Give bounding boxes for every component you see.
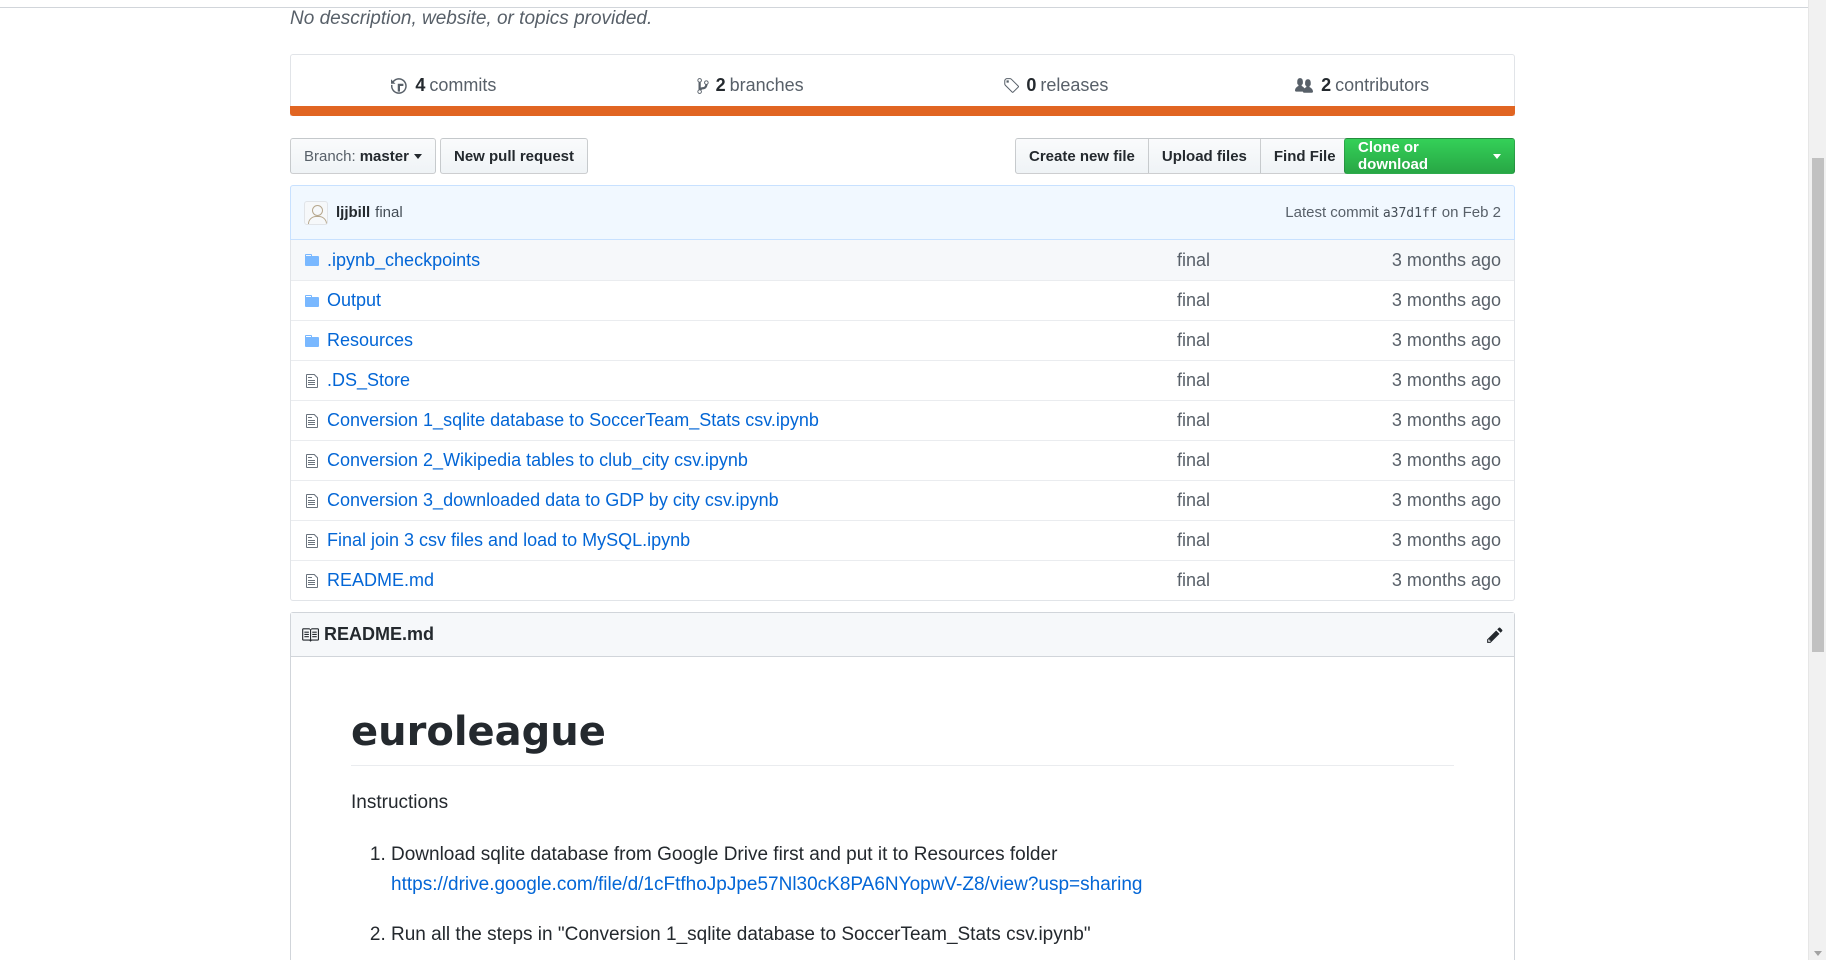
people-icon: [1295, 77, 1314, 93]
commit-message[interactable]: final: [375, 204, 403, 221]
readme-step-text: Run all the steps in "Conversion 1_sqlit…: [391, 924, 1091, 945]
branch-name: master: [359, 147, 409, 165]
clone-or-download-button[interactable]: Clone or download: [1344, 138, 1515, 174]
file-name-link[interactable]: Conversion 1_sqlite database to SoccerTe…: [327, 410, 1177, 431]
readme-filename: README.md: [324, 624, 435, 644]
branch-prefix: Branch:: [304, 147, 356, 165]
readme-steps: Download sqlite database from Google Dri…: [351, 840, 1454, 950]
file-commit-message[interactable]: final: [1177, 490, 1337, 511]
latest-commit: Latest commit a37d1ff on Feb 2: [1285, 204, 1501, 221]
readme-title: euroleague: [351, 709, 1454, 766]
file-age: 3 months ago: [1391, 290, 1501, 310]
file-icon: [303, 452, 321, 470]
file-age: 3 months ago: [1391, 410, 1501, 430]
contributors-label: contributors: [1335, 75, 1430, 95]
branches-count: 2: [715, 75, 726, 95]
branches-label: branches: [729, 75, 804, 95]
pencil-icon[interactable]: [1486, 626, 1504, 644]
file-commit-message[interactable]: final: [1177, 530, 1337, 551]
file-row[interactable]: README.md final 3 months ago: [291, 560, 1514, 600]
readme-header: README.md: [291, 613, 1514, 657]
readme: README.md euroleague Instructions Downlo…: [290, 612, 1515, 960]
file-commit-message[interactable]: final: [1177, 410, 1337, 431]
releases-count: 0: [1026, 75, 1037, 95]
readme-step: Run all the steps in "Conversion 1_sqlit…: [391, 920, 1454, 950]
file-name-link[interactable]: Conversion 2_Wikipedia tables to club_ci…: [327, 450, 1177, 471]
file-age: 3 months ago: [1391, 249, 1501, 270]
history-icon: [391, 77, 408, 94]
file-row[interactable]: Conversion 2_Wikipedia tables to club_ci…: [291, 440, 1514, 480]
latest-commit-prefix: Latest commit: [1285, 204, 1379, 221]
header-divider: [0, 0, 1808, 8]
branch-select-button[interactable]: Branch: master: [290, 138, 436, 174]
file-list: .ipynb_checkpoints final 3 months ago Outpu…: [290, 240, 1515, 601]
commit-author[interactable]: ljjbill: [336, 204, 370, 221]
file-name-link[interactable]: .DS_Store: [327, 370, 1177, 391]
file-commit-message[interactable]: final: [1177, 370, 1337, 391]
file-age: 3 months ago: [1391, 370, 1501, 390]
file-name-link[interactable]: Resources: [327, 330, 1177, 351]
file-row[interactable]: Output final 3 months ago: [291, 280, 1514, 320]
file-icon: [303, 412, 321, 430]
file-icon: [303, 532, 321, 550]
file-commit-message[interactable]: final: [1177, 570, 1337, 591]
page-scrollbar[interactable]: [1808, 0, 1826, 960]
repo-description: No description, website, or topics provi…: [290, 8, 653, 29]
file-commit-message[interactable]: final: [1177, 330, 1337, 351]
file-row[interactable]: Conversion 1_sqlite database to SoccerTe…: [291, 400, 1514, 440]
tag-icon: [1004, 77, 1020, 93]
releases-label: releases: [1040, 75, 1109, 95]
file-age: 3 months ago: [1391, 570, 1501, 590]
file-row[interactable]: Final join 3 csv files and load to MySQL…: [291, 520, 1514, 560]
readme-step-link[interactable]: https://drive.google.com/file/d/1cFtfhoJ…: [391, 874, 1142, 895]
folder-icon: [303, 292, 321, 310]
chevron-down-icon: [1493, 153, 1501, 159]
file-row[interactable]: Conversion 3_downloaded data to GDP by c…: [291, 480, 1514, 520]
find-file-button[interactable]: Find File: [1259, 138, 1350, 174]
new-pull-request-button[interactable]: New pull request: [440, 138, 589, 174]
file-navigation: Branch: master New pull request Create n…: [290, 138, 1515, 174]
file-icon: [303, 572, 321, 590]
file-commit-message[interactable]: final: [1177, 290, 1337, 311]
file-name-link[interactable]: Conversion 3_downloaded data to GDP by c…: [327, 490, 1177, 511]
commits-count: 4: [415, 75, 426, 95]
scroll-down-arrow-icon[interactable]: [1814, 951, 1822, 956]
commit-date: on Feb 2: [1441, 204, 1501, 221]
avatar[interactable]: [304, 200, 328, 225]
file-age: 3 months ago: [1391, 490, 1501, 510]
readme-step-text: Download sqlite database from Google Dri…: [391, 844, 1058, 865]
language-bar[interactable]: [290, 106, 1515, 116]
file-name-link[interactable]: Final join 3 csv files and load to MySQL…: [327, 530, 1177, 551]
file-name-link[interactable]: Output: [327, 290, 1177, 311]
readme-intro: Instructions: [351, 792, 449, 813]
commits-label: commits: [429, 75, 497, 95]
create-new-file-button[interactable]: Create new file: [1015, 138, 1149, 174]
file-icon: [303, 492, 321, 510]
file-age: 3 months ago: [1391, 530, 1501, 550]
upload-files-button[interactable]: Upload files: [1147, 138, 1261, 174]
folder-icon: [303, 251, 321, 269]
file-age: 3 months ago: [1391, 330, 1501, 350]
file-name-link[interactable]: README.md: [327, 570, 1177, 591]
readme-body: euroleague Instructions Download sqlite …: [291, 709, 1514, 950]
scrollbar-thumb[interactable]: [1812, 158, 1824, 652]
chevron-down-icon: [413, 153, 422, 159]
clone-label: Clone or download: [1358, 139, 1428, 173]
book-icon: [301, 626, 319, 644]
file-row[interactable]: .ipynb_checkpoints final 3 months ago: [291, 240, 1514, 280]
commit-tease: ljjbill final Latest commit a37d1ff on F…: [290, 185, 1515, 240]
folder-icon: [303, 332, 321, 350]
commit-sha[interactable]: a37d1ff: [1383, 206, 1438, 221]
file-age: 3 months ago: [1391, 450, 1501, 470]
file-icon: [303, 372, 321, 390]
readme-step: Download sqlite database from Google Dri…: [391, 840, 1454, 900]
file-actions-group: Create new file Upload files Find File: [1015, 138, 1350, 174]
file-row[interactable]: Resources final 3 months ago: [291, 320, 1514, 360]
file-commit-message[interactable]: final: [1177, 450, 1337, 471]
file-row[interactable]: .DS_Store final 3 months ago: [291, 360, 1514, 400]
branch-icon: [696, 77, 709, 94]
contributors-count: 2: [1321, 75, 1332, 95]
file-commit-message[interactable]: final: [1177, 250, 1337, 271]
file-name-link[interactable]: .ipynb_checkpoints: [327, 250, 1177, 271]
